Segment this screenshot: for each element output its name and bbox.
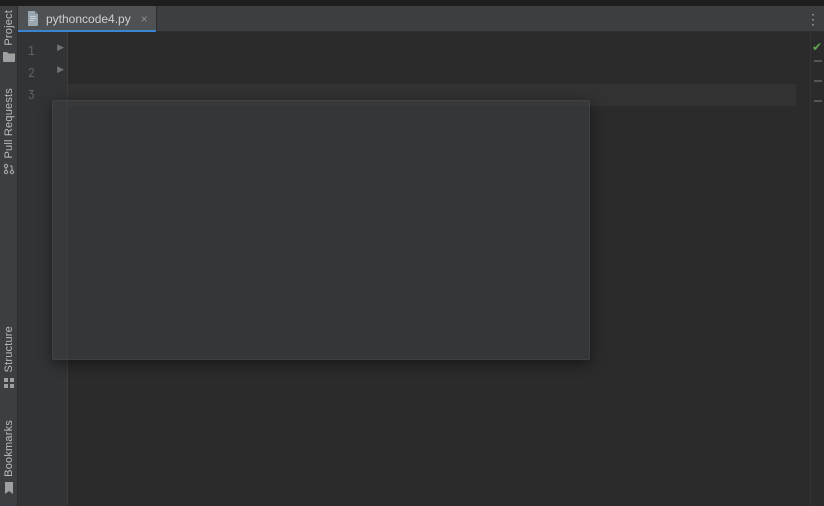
analysis-ok-icon: ✔ bbox=[812, 40, 822, 54]
floating-popup[interactable] bbox=[52, 100, 590, 360]
tab-filename: pythoncode4.py bbox=[46, 12, 131, 26]
rail-label: Structure bbox=[3, 326, 15, 372]
close-icon[interactable]: × bbox=[141, 12, 148, 26]
tabbar-more[interactable]: ⋮ bbox=[802, 6, 824, 31]
fold-toggle-icon[interactable]: ▶ bbox=[57, 64, 64, 75]
code-line bbox=[68, 32, 810, 54]
editor-tab[interactable]: pythoncode4.py × bbox=[18, 6, 157, 31]
git-pull-request-icon bbox=[2, 162, 16, 176]
rail-label: Bookmarks bbox=[3, 420, 15, 477]
rail-item-pull-requests[interactable]: Pull Requests bbox=[0, 88, 18, 176]
gutter-line-numbers: 1 2 3 bbox=[18, 32, 40, 506]
rail-label: Pull Requests bbox=[3, 88, 15, 158]
marker-tick[interactable] bbox=[814, 80, 822, 82]
bookmark-icon bbox=[2, 481, 16, 495]
rail-label: Project bbox=[3, 10, 15, 46]
code-line bbox=[68, 54, 810, 76]
fold-toggle-icon[interactable]: ▶ bbox=[57, 42, 64, 53]
file-icon bbox=[26, 12, 40, 26]
structure-icon bbox=[2, 376, 16, 390]
line-number[interactable]: 1 bbox=[18, 40, 40, 62]
more-vertical-icon: ⋮ bbox=[806, 12, 820, 26]
line-number[interactable]: 2 bbox=[18, 62, 40, 84]
marker-tick[interactable] bbox=[814, 60, 822, 62]
rail-item-project[interactable]: Project bbox=[0, 10, 18, 64]
rail-item-bookmarks[interactable]: Bookmarks bbox=[0, 420, 18, 495]
folder-icon bbox=[2, 50, 16, 64]
line-number[interactable]: 3 bbox=[18, 84, 40, 106]
left-tool-rail: Project Pull Requests Structure Bookmark… bbox=[0, 6, 18, 506]
marker-tick[interactable] bbox=[814, 100, 822, 102]
editor-tabbar: pythoncode4.py × ⋮ bbox=[18, 6, 824, 32]
rail-item-structure[interactable]: Structure bbox=[0, 326, 18, 390]
analysis-marker-bar[interactable]: ✔ bbox=[810, 32, 824, 506]
